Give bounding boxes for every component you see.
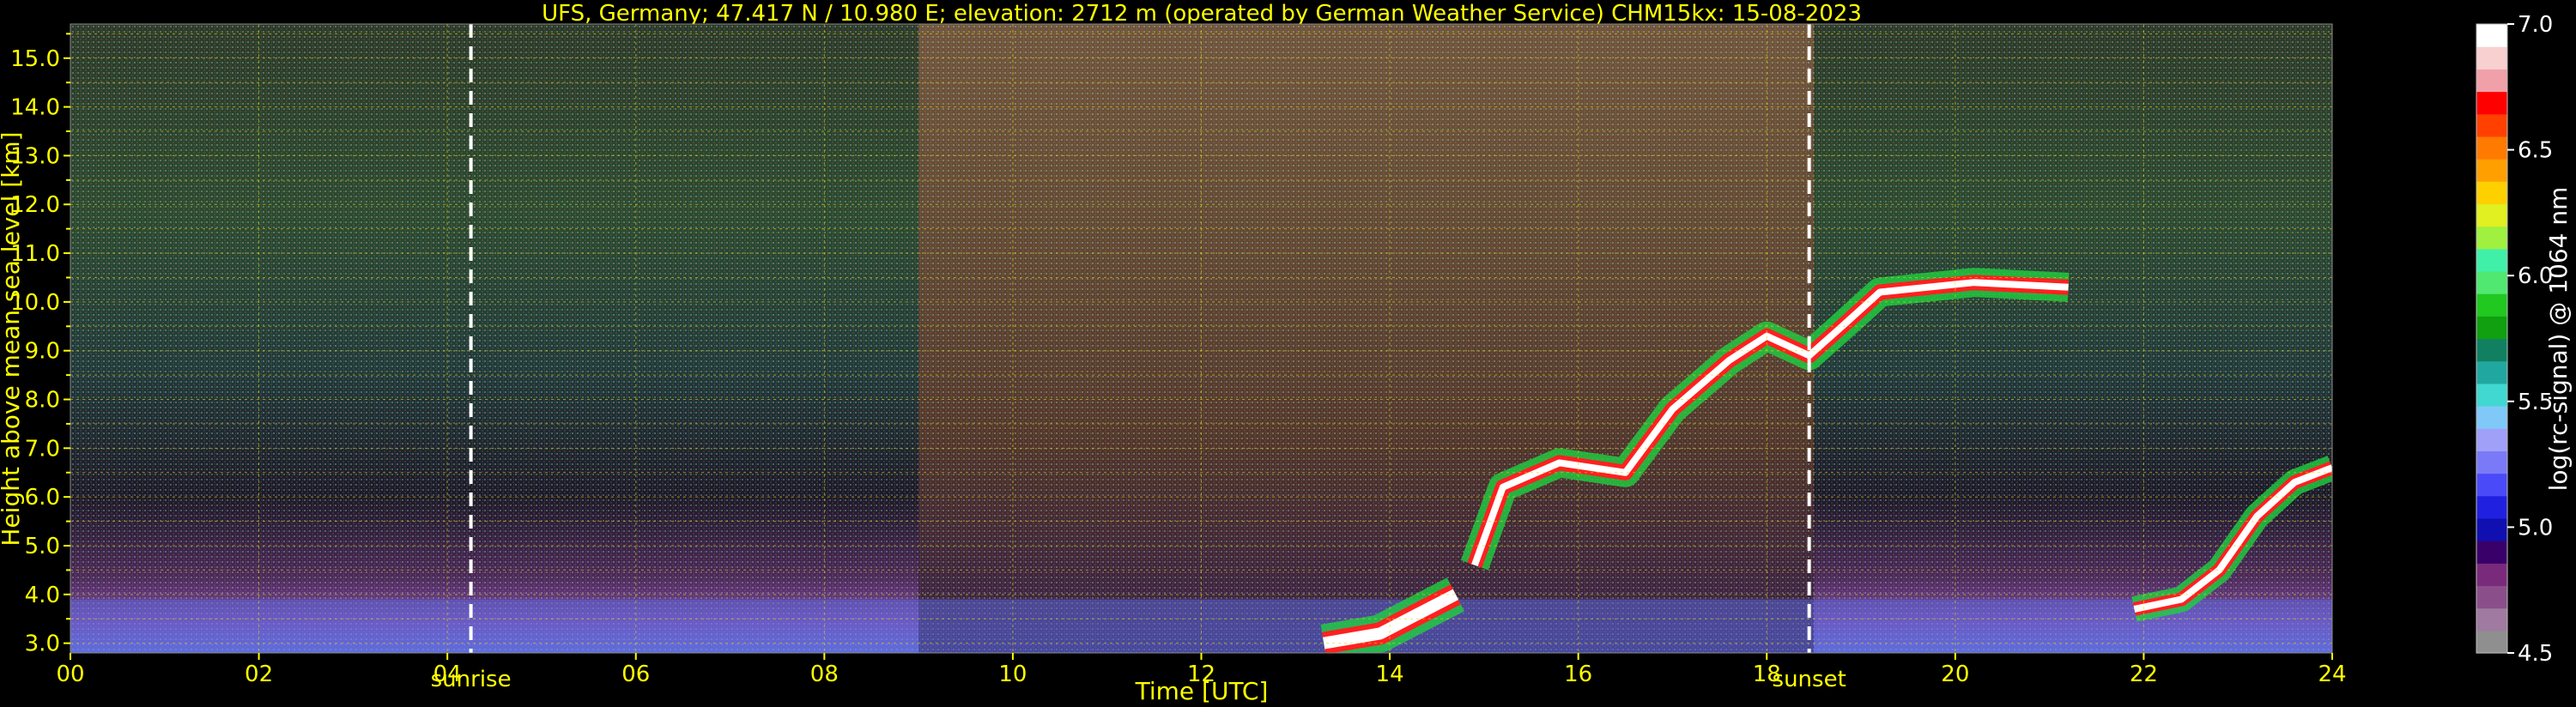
x-tick-label: 14 — [1376, 662, 1404, 687]
colorbar-swatch — [2476, 113, 2507, 137]
colorbar-swatch — [2476, 136, 2507, 160]
colorbar-swatch — [2476, 46, 2507, 69]
colorbar-swatch — [2476, 473, 2507, 497]
colorbar-swatch — [2476, 248, 2507, 272]
x-tick-label: 18 — [1753, 662, 1781, 687]
colorbar-label: log(rc-signal) @ 1064 nm — [2544, 187, 2573, 492]
x-tick-label: 06 — [621, 662, 650, 687]
y-tick-label: 8.0 — [25, 388, 60, 414]
colorbar-swatch — [2476, 293, 2507, 317]
colorbar-swatch — [2476, 270, 2507, 294]
colorbar-swatch — [2476, 24, 2507, 47]
y-tick-label: 6.0 — [25, 485, 60, 511]
colorbar-swatch — [2476, 406, 2507, 429]
x-tick-label: 04 — [433, 662, 462, 687]
y-tick-label: 4.0 — [25, 583, 60, 608]
x-tick-label: 08 — [810, 662, 839, 687]
colorbar-swatch — [2476, 563, 2507, 587]
x-tick-label: 02 — [245, 662, 273, 687]
colorbar-swatch — [2476, 428, 2507, 451]
y-tick-label: 9.0 — [25, 339, 60, 365]
colorbar-swatch — [2476, 495, 2507, 519]
colorbar-swatch — [2476, 585, 2507, 609]
colorbar-tick-label: 7.0 — [2518, 12, 2553, 38]
colorbar-swatch — [2476, 450, 2507, 474]
colorbar: 4.55.05.56.06.57.0 — [2476, 12, 2553, 667]
colorbar-tick-label: 4.5 — [2518, 641, 2553, 667]
chart-title: UFS, Germany; 47.417 N / 10.980 E; eleva… — [542, 1, 1862, 27]
y-tick-label: 7.0 — [25, 436, 60, 462]
colorbar-swatch — [2476, 630, 2507, 654]
x-tick-label: 16 — [1564, 662, 1592, 687]
ceilometer-chart: UFS, Germany; 47.417 N / 10.980 E; eleva… — [0, 1, 2573, 705]
colorbar-swatch — [2476, 517, 2507, 541]
colorbar-swatch — [2476, 316, 2507, 340]
colorbar-swatch — [2476, 338, 2507, 362]
x-tick-label: 00 — [56, 662, 84, 687]
colorbar-swatch — [2476, 360, 2507, 384]
colorbar-swatch — [2476, 181, 2507, 205]
y-tick-label: 3.0 — [25, 631, 60, 657]
colorbar-swatch — [2476, 159, 2507, 182]
colorbar-swatch — [2476, 541, 2507, 564]
colorbar-swatch — [2476, 69, 2507, 93]
x-tick-label: 20 — [1941, 662, 1969, 687]
colorbar-swatch — [2476, 226, 2507, 250]
x-tick-label: 22 — [2130, 662, 2158, 687]
y-tick-label: 15.0 — [10, 46, 60, 72]
event-label-sunset: sunset — [1773, 667, 1846, 692]
colorbar-swatch — [2476, 383, 2507, 407]
y-tick-label: 5.0 — [25, 534, 60, 559]
colorbar-swatch — [2476, 91, 2507, 115]
y-axis-label: Height above mean sea level [km] — [0, 131, 25, 546]
colorbar-tick-label: 6.5 — [2518, 138, 2553, 164]
colorbar-swatch — [2476, 203, 2507, 227]
x-tick-label: 10 — [998, 662, 1027, 687]
colorbar-tick-label: 5.0 — [2518, 515, 2553, 541]
y-tick-label: 14.0 — [10, 95, 60, 121]
x-axis-label: Time [UTC] — [1135, 677, 1269, 705]
x-tick-label: 24 — [2318, 662, 2346, 687]
colorbar-swatch — [2476, 607, 2507, 631]
